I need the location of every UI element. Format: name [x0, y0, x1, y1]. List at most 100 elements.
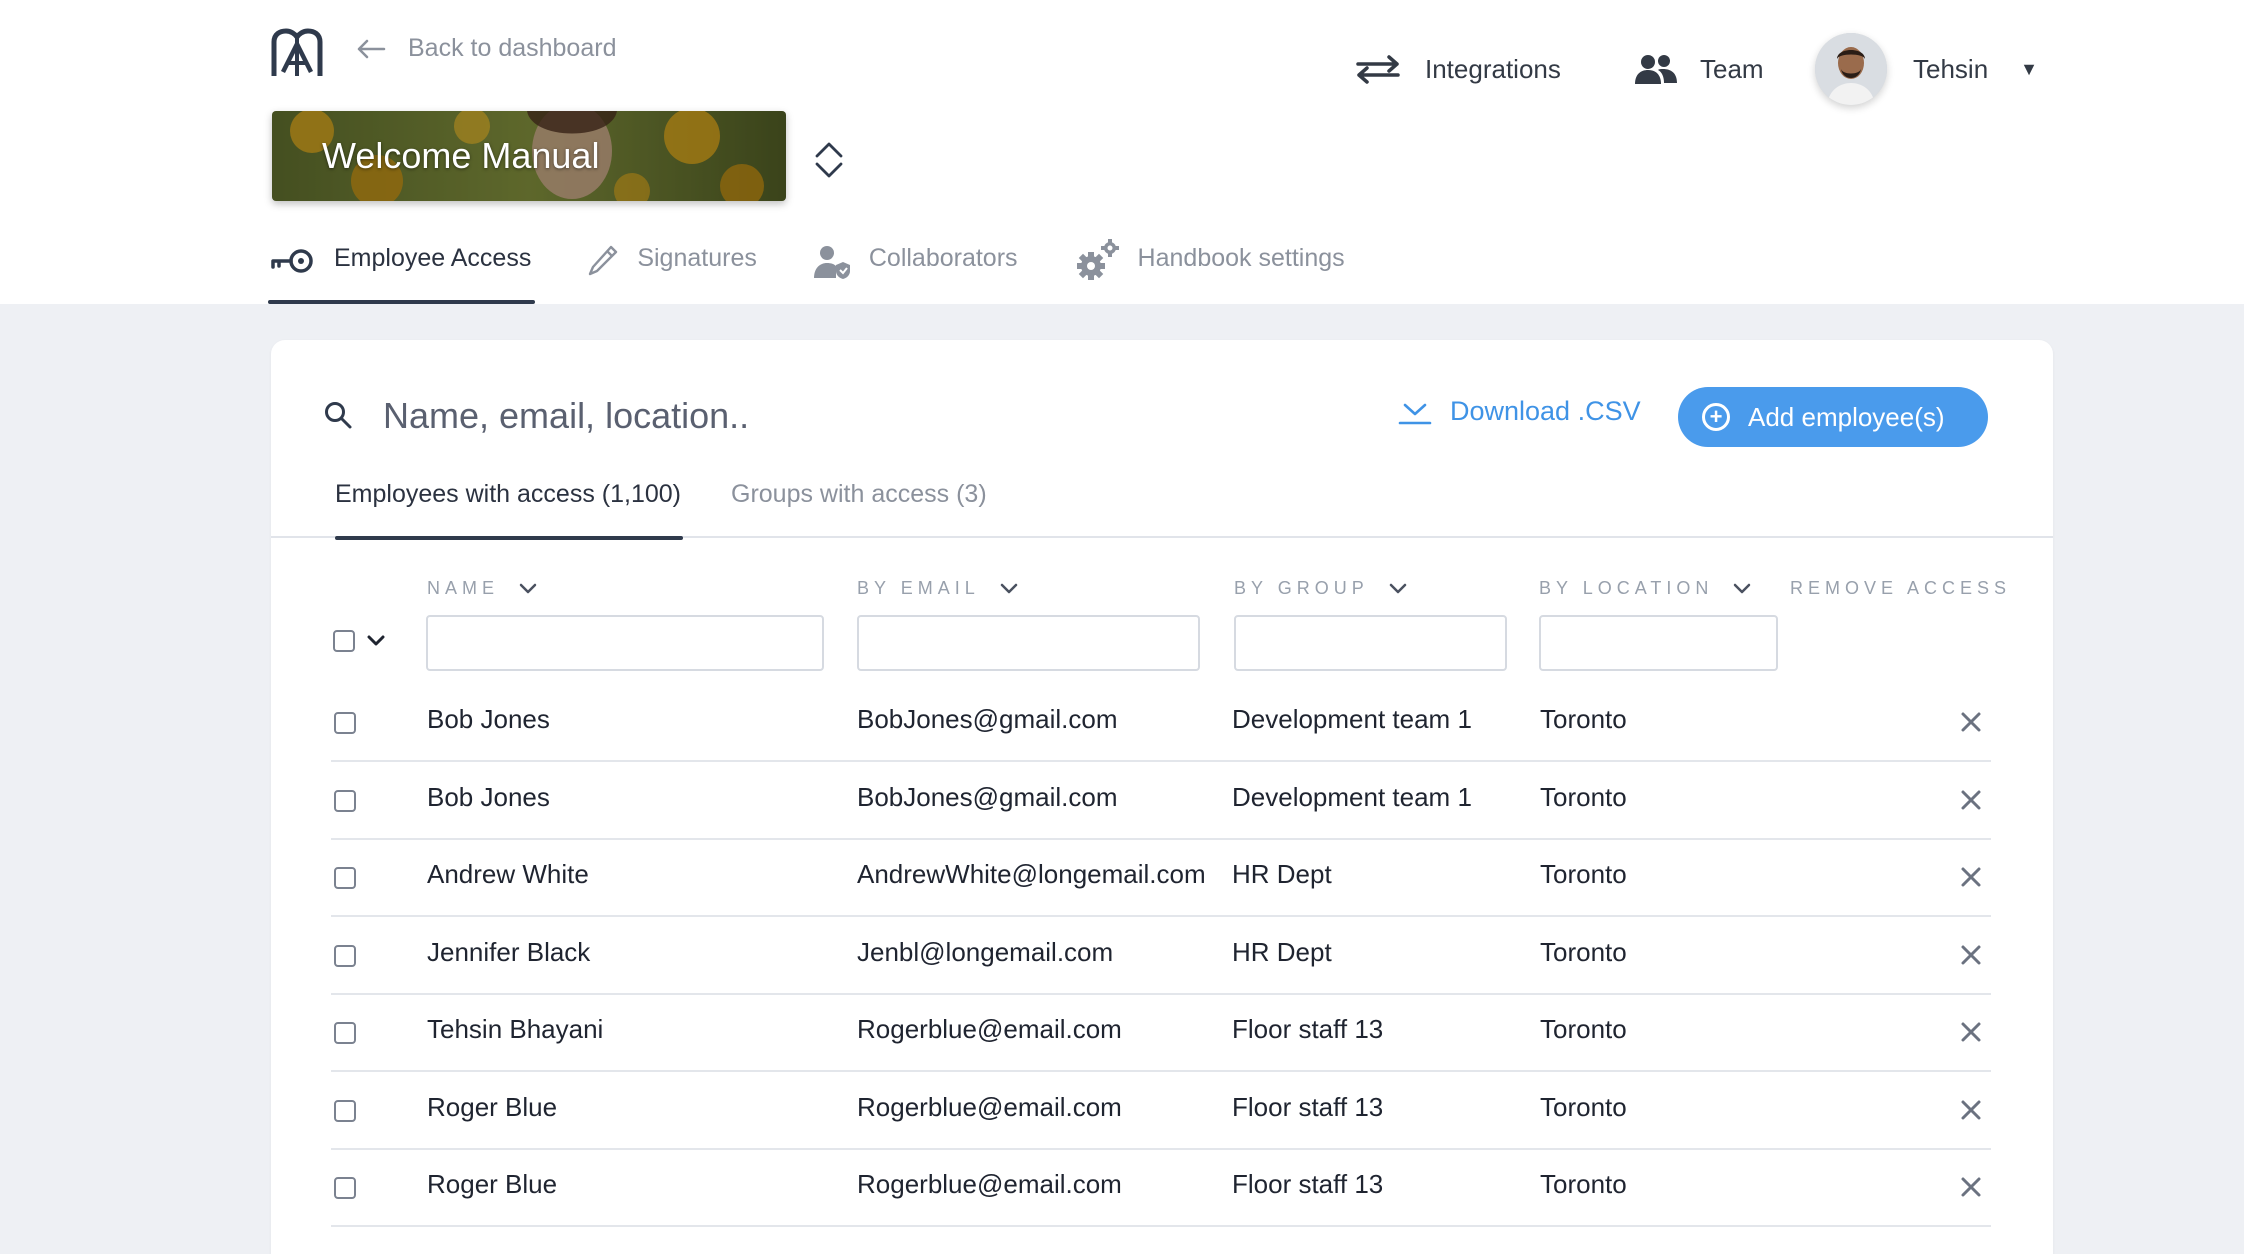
remove-access-button[interactable]	[1951, 857, 1991, 897]
employee-access-card: Download .CSV + Add employee(s) Employee…	[271, 340, 2053, 1254]
tab-handbook-settings[interactable]: Handbook settings	[1074, 239, 1345, 304]
remove-access-button[interactable]	[1951, 780, 1991, 820]
close-icon	[1961, 790, 1981, 809]
employee-location: Toronto	[1540, 1169, 1627, 1199]
close-icon	[1961, 712, 1981, 732]
group-filter-input[interactable]	[1234, 615, 1507, 671]
employee-name: Roger Blue	[427, 1091, 558, 1122]
user-name: Tehsin	[1913, 53, 1989, 84]
search-input[interactable]	[383, 386, 1083, 446]
close-icon	[1961, 1100, 1981, 1119]
back-label: Back to dashboard	[408, 34, 617, 62]
table-row[interactable]: Roger Blue Rogerblue@email.com Floor staff…	[331, 1151, 1991, 1227]
column-header-email[interactable]: BY EMAIL	[857, 578, 1018, 599]
name-filter-input[interactable]	[426, 615, 824, 671]
column-location-label: BY LOCATION	[1539, 578, 1714, 598]
tab-signatures[interactable]: Signatures	[587, 240, 757, 304]
chevron-down-icon	[1734, 583, 1751, 593]
row-checkbox[interactable]	[334, 867, 356, 889]
tab-collaborators[interactable]: Collaborators	[813, 240, 1018, 304]
avatar[interactable]	[1815, 33, 1887, 105]
employee-group: Development team 1	[1232, 781, 1472, 812]
remove-access-button[interactable]	[1951, 1012, 1991, 1052]
integrations-label: Integrations	[1425, 53, 1561, 84]
download-icon	[1398, 403, 1432, 424]
handbook-banner[interactable]: Welcome Manual	[272, 111, 786, 201]
nav-team[interactable]: Team	[1634, 34, 1764, 104]
close-icon	[1961, 1022, 1981, 1042]
column-remove-label: REMOVE ACCESS	[1790, 578, 2012, 598]
employee-location: Toronto	[1540, 704, 1627, 734]
row-checkbox[interactable]	[334, 1177, 356, 1199]
column-name-label: NAME	[427, 578, 500, 598]
column-group-label: BY GROUP	[1234, 578, 1369, 598]
add-employees-button[interactable]: + Add employee(s)	[1678, 387, 1988, 447]
table-row[interactable]: Tehsin Bhayani Rogerblue@email.com Floor s…	[331, 996, 1991, 1072]
user-menu[interactable]: Tehsin ▼	[1815, 33, 2038, 105]
table-row[interactable]: Jennifer Black Jenbl@longemail.com HR Dept…	[331, 919, 1991, 995]
tab-employees-with-access[interactable]: Employees with access (1,100)	[335, 480, 683, 540]
remove-access-button[interactable]	[1951, 702, 1991, 742]
tab-handbook-settings-label: Handbook settings	[1137, 244, 1345, 272]
close-icon	[1961, 945, 1981, 964]
select-all-checkbox[interactable]	[333, 630, 355, 652]
tab-groups-label: Groups with access (3)	[731, 480, 987, 508]
tab-employees-label: Employees with access (1,100)	[335, 480, 681, 508]
column-header-name[interactable]: NAME	[427, 578, 537, 599]
tab-collaborators-label: Collaborators	[868, 244, 1018, 272]
row-checkbox[interactable]	[334, 1099, 356, 1122]
location-filter-input[interactable]	[1539, 615, 1778, 671]
table-row[interactable]: Roger Blue Rogerblue@email.com Floor staff…	[331, 1074, 1991, 1150]
employee-group: Floor staff 13	[1232, 1014, 1384, 1044]
remove-access-button[interactable]	[1951, 1167, 1991, 1207]
add-employees-label: Add employee(s)	[1748, 401, 1945, 432]
chevron-down-icon	[519, 583, 537, 593]
employee-email: Rogerblue@email.com	[857, 1169, 1122, 1199]
team-icon	[1635, 55, 1677, 84]
back-to-dashboard-link[interactable]: Back to dashboard	[356, 34, 616, 63]
row-checkbox[interactable]	[334, 712, 356, 734]
user-shield-icon	[813, 246, 850, 279]
remove-access-button[interactable]	[1951, 935, 1991, 975]
employee-location: Toronto	[1540, 1014, 1627, 1044]
employee-name: Bob Jones	[427, 781, 550, 812]
chevron-down-icon	[1000, 583, 1017, 593]
employee-group: Floor staff 13	[1232, 1169, 1384, 1199]
handbook-subtabs: Employee Access Signatures Collaborators	[267, 239, 1401, 304]
employee-name: Jennifer Black	[427, 936, 591, 967]
employee-group: Floor staff 13	[1232, 1091, 1384, 1122]
employee-group: HR Dept	[1232, 936, 1332, 967]
remove-access-button[interactable]	[1951, 1090, 1991, 1130]
chevron-down-icon[interactable]	[367, 635, 385, 647]
employee-email: Rogerblue@email.com	[857, 1091, 1122, 1122]
nav-integrations[interactable]: Integrations	[1355, 34, 1561, 104]
close-icon	[1961, 867, 1981, 887]
table-row[interactable]: Bob Jones BobJones@gmail.com Development t…	[331, 764, 1991, 840]
email-filter-input[interactable]	[857, 615, 1200, 671]
employee-email: BobJones@gmail.com	[857, 781, 1118, 812]
download-csv-button[interactable]: Download .CSV	[1398, 396, 1641, 427]
row-checkbox[interactable]	[334, 1022, 356, 1044]
employee-email: BobJones@gmail.com	[857, 704, 1118, 734]
access-tabs: Employees with access (1,100) Groups wit…	[271, 480, 2053, 540]
column-header-group[interactable]: BY GROUP	[1234, 578, 1407, 599]
employee-location: Toronto	[1540, 781, 1627, 812]
column-header-location[interactable]: BY LOCATION	[1539, 578, 1751, 599]
row-checkbox[interactable]	[334, 944, 356, 967]
team-label: Team	[1700, 53, 1764, 84]
switch-handbook-icon[interactable]	[812, 140, 846, 180]
tab-groups-with-access[interactable]: Groups with access (3)	[731, 480, 987, 538]
table-row[interactable]: Andrew White AndrewWhite@longemail.com HR …	[331, 841, 1991, 917]
employee-location: Toronto	[1540, 1091, 1627, 1122]
table-row[interactable]: Bob Jones BobJones@gmail.com Development t…	[331, 686, 1991, 762]
avatar-photo	[1815, 33, 1887, 105]
tab-employee-access[interactable]: Employee Access	[267, 240, 536, 304]
tab-employee-access-label: Employee Access	[334, 244, 532, 272]
app-header: Back to dashboard Integrations Team Tehs…	[0, 0, 2244, 304]
row-checkbox[interactable]	[334, 789, 356, 812]
select-all-control[interactable]	[333, 630, 385, 652]
app-logo-icon[interactable]	[270, 28, 324, 80]
gears-icon	[1076, 239, 1119, 280]
employee-email: AndrewWhite@longemail.com	[857, 859, 1206, 889]
close-icon	[1961, 1177, 1981, 1197]
